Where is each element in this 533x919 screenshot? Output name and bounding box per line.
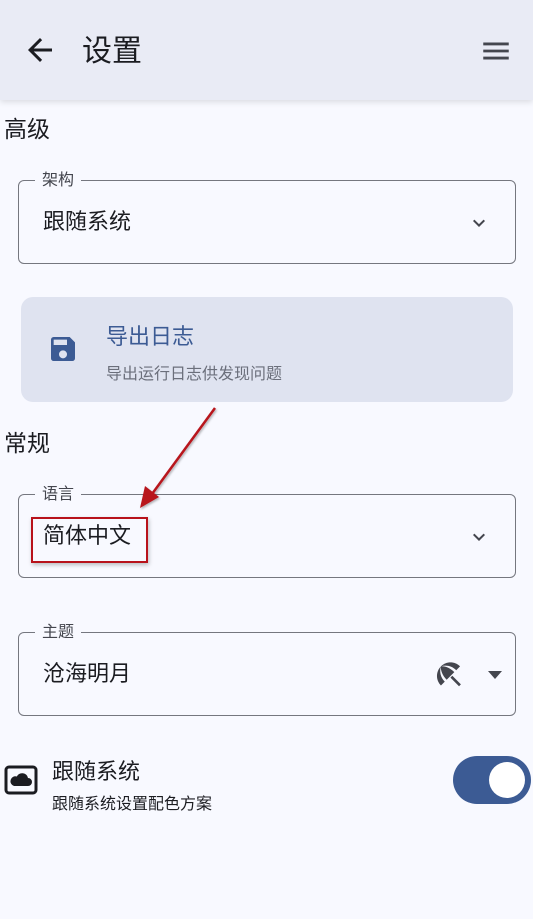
follow-system-row[interactable]: 跟随系统 跟随系统设置配色方案 [0, 750, 533, 820]
architecture-value: 跟随系统 [43, 210, 132, 235]
follow-system-subtitle: 跟随系统设置配色方案 [52, 794, 213, 813]
export-log-title: 导出日志 [106, 325, 195, 350]
section-title-advanced: 高级 [4, 117, 50, 143]
export-log-card[interactable]: 导出日志 导出运行日志供发现问题 [21, 297, 513, 402]
theme-value: 沧海明月 [43, 662, 132, 687]
follow-system-title: 跟随系统 [52, 760, 141, 785]
arrow-left-icon[interactable] [22, 32, 58, 68]
architecture-dropdown[interactable]: 架构 跟随系统 [18, 170, 516, 264]
toggle-thumb [489, 762, 525, 798]
annotation-highlight-box [31, 517, 148, 563]
theme-label: 主题 [35, 622, 82, 642]
umbrella-icon [437, 662, 461, 687]
export-log-subtitle: 导出运行日志供发现问题 [106, 364, 283, 383]
caret-down-icon [488, 671, 502, 679]
architecture-label: 架构 [35, 170, 82, 190]
page-title: 设置 [82, 34, 142, 69]
save-icon [51, 337, 75, 361]
chevron-down-icon [473, 219, 485, 227]
section-title-general: 常规 [4, 431, 50, 457]
chevron-down-icon [473, 533, 485, 541]
follow-system-toggle[interactable] [453, 756, 531, 804]
app-bar: 设置 [0, 0, 533, 100]
language-label: 语言 [35, 484, 82, 504]
hamburger-menu-icon[interactable] [479, 34, 513, 68]
cloud-icon [4, 765, 38, 795]
theme-dropdown[interactable]: 主题 沧海明月 [18, 622, 516, 716]
